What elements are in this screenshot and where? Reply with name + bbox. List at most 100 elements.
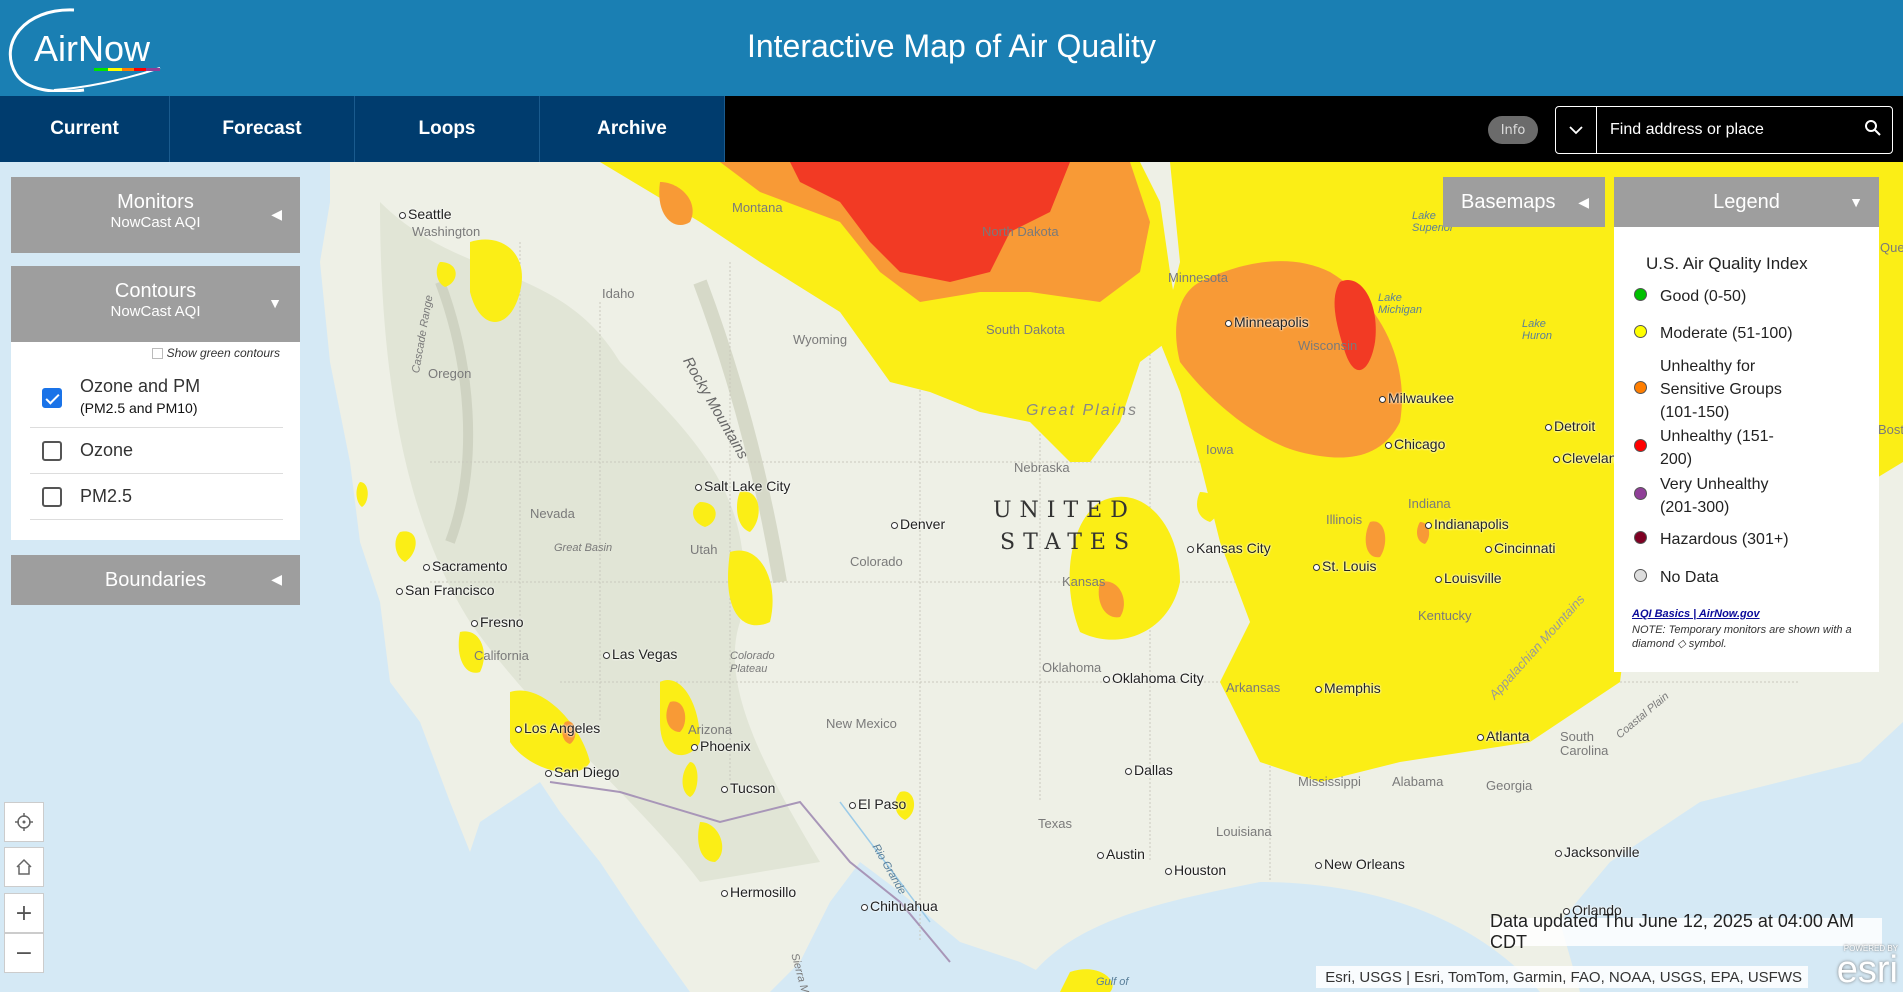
legend-header[interactable]: Legend ▼ xyxy=(1614,177,1879,227)
region-label: North Dakota xyxy=(982,224,1059,239)
aqi-no-data-swatch-icon xyxy=(1634,569,1647,582)
pollutant-option-ozone-pm[interactable]: Ozone and PM (PM2.5 and PM10) xyxy=(30,364,283,428)
ozone-pm-checkbox[interactable] xyxy=(42,388,62,408)
tab-current[interactable]: Current xyxy=(0,96,170,162)
city-label[interactable]: Houston xyxy=(1164,862,1226,878)
region-label: Georgia xyxy=(1486,778,1533,793)
city-label[interactable]: Atlanta xyxy=(1477,728,1530,744)
region-label: Great Plains xyxy=(1026,402,1139,419)
city-label[interactable]: Minneapolis xyxy=(1225,314,1309,330)
region-label: Lake Superior xyxy=(1412,210,1454,234)
city-label[interactable]: New Orleans xyxy=(1315,856,1405,872)
caret-left-icon: ◀ xyxy=(1578,193,1589,210)
pm25-label: PM2.5 xyxy=(80,486,133,506)
legend-note: NOTE: Temporary monitors are shown with … xyxy=(1632,624,1852,650)
tab-loops[interactable]: Loops xyxy=(355,96,540,162)
city-label[interactable]: Dallas xyxy=(1125,762,1173,778)
city-label[interactable]: San Francisco xyxy=(395,582,494,598)
search-box xyxy=(1555,106,1893,154)
ozone-checkbox[interactable] xyxy=(42,441,62,461)
home-button[interactable] xyxy=(4,847,44,887)
city-label[interactable]: Los Angeles xyxy=(514,720,600,736)
city-label[interactable]: Clevelan xyxy=(1552,450,1616,466)
pollutant-option-ozone[interactable]: Ozone xyxy=(30,428,283,474)
legend-item: Moderate (51-100) xyxy=(1634,322,1820,345)
city-label[interactable]: Fresno xyxy=(471,614,524,630)
region-label: Montana xyxy=(732,200,783,215)
show-green-checkbox[interactable] xyxy=(151,347,163,359)
city-label[interactable]: Indianapolis xyxy=(1425,516,1509,532)
zoom-out-button[interactable]: − xyxy=(4,933,44,973)
region-label: California xyxy=(474,648,529,663)
region-label: Washington xyxy=(412,224,481,239)
map-attribution: Esri, USGS | Esri, TomTom, Garmin, FAO, … xyxy=(1316,966,1808,988)
region-label: South Carolina xyxy=(1560,729,1609,758)
city-label[interactable]: Milwaukee xyxy=(1378,390,1454,406)
city-label[interactable]: Oklahoma City xyxy=(1103,670,1204,686)
city-label[interactable]: El Paso xyxy=(848,796,906,812)
city-label[interactable]: Kansas City xyxy=(1187,540,1271,556)
tab-archive[interactable]: Archive xyxy=(540,96,725,162)
caret-left-icon: ◀ xyxy=(271,571,282,587)
region-label: Oklahoma xyxy=(1042,660,1102,675)
search-source-dropdown[interactable] xyxy=(1556,107,1597,153)
region-label: Indiana xyxy=(1408,496,1451,511)
city-label[interactable]: Hermosillo xyxy=(720,884,796,900)
region-label: Louisiana xyxy=(1216,824,1272,839)
basemaps-button[interactable]: Basemaps ◀ xyxy=(1443,177,1605,227)
region-label: South Dakota xyxy=(986,322,1065,337)
city-label[interactable]: Jacksonville xyxy=(1554,844,1639,860)
pollutant-option-pm25[interactable]: PM2.5 xyxy=(30,474,283,520)
region-label: Kansas xyxy=(1062,574,1106,589)
monitors-panel-header[interactable]: Monitors NowCast AQI ◀ xyxy=(11,177,300,253)
city-label[interactable]: St. Louis xyxy=(1312,558,1376,574)
region-label: Gulf of xyxy=(1096,976,1129,988)
pm25-checkbox[interactable] xyxy=(42,487,62,507)
region-label: Colorado Plateau xyxy=(730,650,775,675)
city-label[interactable]: Cincinnati xyxy=(1484,540,1555,556)
region-label: Great Basin xyxy=(554,542,613,554)
aqi-very-unhealthy-swatch-icon xyxy=(1634,487,1647,500)
city-label[interactable]: Sacramento xyxy=(422,558,507,574)
city-label[interactable]: Chicago xyxy=(1384,436,1445,452)
region-label: Lake Michigan xyxy=(1378,292,1423,316)
city-label[interactable]: Chihuahua xyxy=(861,898,938,914)
aqi-moderate-swatch-icon xyxy=(1634,325,1647,338)
region-label: Texas xyxy=(1038,816,1072,831)
city-label[interactable]: Denver xyxy=(890,516,945,532)
region-label: Alabama xyxy=(1392,774,1444,789)
locate-icon xyxy=(15,813,33,831)
show-green-label: Show green contours xyxy=(166,346,280,360)
ozone-label: Ozone xyxy=(80,440,134,460)
city-label[interactable]: San Diego xyxy=(544,764,619,780)
legend-panel: U.S. Air Quality Index Good (0-50) Moder… xyxy=(1614,227,1879,672)
region-label: Mississippi xyxy=(1298,774,1361,789)
ozone-pm-label: Ozone and PM xyxy=(80,376,201,396)
search-button[interactable] xyxy=(1864,119,1882,141)
caret-down-icon: ▼ xyxy=(1849,194,1863,210)
contours-panel-header[interactable]: Contours NowCast AQI ▼ xyxy=(11,266,300,342)
city-label[interactable]: Memphis xyxy=(1315,680,1381,696)
tab-forecast[interactable]: Forecast xyxy=(170,96,355,162)
legend-item: Unhealthy for Sensitive Groups (101-150) xyxy=(1634,355,1810,424)
city-label[interactable]: Las Vegas xyxy=(602,646,677,662)
aqi-basics-link[interactable]: AQI Basics | AirNow.gov xyxy=(1632,608,1760,620)
city-label[interactable]: Seattle xyxy=(399,206,452,222)
region-label: Arkansas xyxy=(1226,680,1281,695)
search-input[interactable] xyxy=(1608,115,1848,145)
city-label[interactable]: Louisville xyxy=(1435,570,1502,586)
city-label[interactable]: Austin xyxy=(1097,846,1145,862)
city-label[interactable]: Phoenix xyxy=(691,738,751,754)
show-green-contours-toggle[interactable]: Show green contours xyxy=(151,346,280,360)
plus-icon: + xyxy=(14,900,34,926)
locate-button[interactable] xyxy=(4,802,44,842)
city-label[interactable]: Tucson xyxy=(720,780,775,796)
info-button[interactable]: Info xyxy=(1488,116,1538,144)
country-label: STATES xyxy=(1000,530,1138,555)
aqi-unhealthy-swatch-icon xyxy=(1634,439,1647,452)
zoom-in-button[interactable]: + xyxy=(4,893,44,933)
city-label[interactable]: Salt Lake City xyxy=(694,478,790,494)
data-updated-label: Data updated Thu June 12, 2025 at 04:00 … xyxy=(1490,911,1882,952)
city-label[interactable]: Detroit xyxy=(1544,418,1595,434)
boundaries-panel-header[interactable]: Boundaries ◀ xyxy=(11,555,300,605)
